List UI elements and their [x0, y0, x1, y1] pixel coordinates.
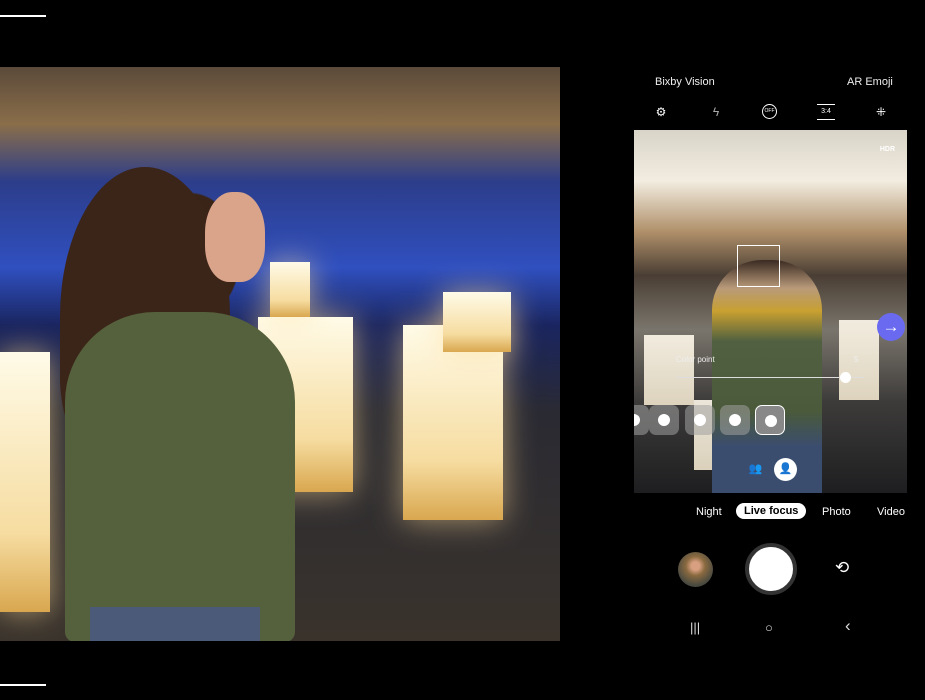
hdr-indicator: HDR	[879, 146, 895, 153]
home-button[interactable]: ○	[765, 620, 773, 635]
single-person-icon[interactable]: 👤	[774, 458, 797, 481]
decor-line	[0, 684, 46, 686]
settings-icon[interactable]: ⚙	[652, 104, 670, 120]
effect-strength-slider[interactable]	[676, 372, 864, 383]
effect-spin[interactable]	[720, 405, 750, 435]
mode-photo[interactable]: Photo	[822, 506, 851, 518]
mode-video[interactable]: Video	[877, 506, 905, 518]
ar-emoji-button[interactable]: AR Emoji	[847, 76, 893, 88]
multi-person-icon[interactable]: 👥	[744, 458, 767, 481]
effect-big-circle[interactable]	[685, 405, 715, 435]
effects-icon[interactable]: ⁜	[872, 104, 890, 120]
camera-viewfinder[interactable]: HDR → Color point 5 👥 👤	[634, 130, 907, 493]
mode-night[interactable]: Night	[696, 506, 722, 518]
effect-partial[interactable]	[634, 405, 649, 435]
back-button[interactable]: ‹	[845, 616, 851, 636]
flash-off-icon[interactable]: ϟ	[707, 104, 725, 120]
effect-value: 5	[854, 355, 859, 364]
effect-blur[interactable]	[649, 405, 679, 435]
effect-label: Color point	[676, 355, 715, 364]
bixby-vision-button[interactable]: Bixby Vision	[655, 76, 715, 88]
aspect-label: 3:4	[821, 108, 831, 115]
timer-off-icon[interactable]: OFF	[762, 104, 777, 119]
shutter-button[interactable]	[745, 543, 797, 595]
switch-camera-icon[interactable]: ⟲	[835, 558, 849, 578]
focus-box	[737, 245, 780, 287]
effect-color-point[interactable]	[755, 405, 785, 435]
expand-arrow-button[interactable]: →	[877, 313, 905, 341]
mode-live-focus[interactable]: Live focus	[736, 503, 807, 519]
decor-line	[0, 15, 46, 17]
gallery-thumbnail[interactable]	[678, 552, 713, 587]
recent-apps-button[interactable]: |||	[690, 620, 700, 635]
aspect-ratio-icon[interactable]: 3:4	[817, 104, 835, 120]
gallery-photo	[0, 67, 560, 641]
timer-label: OFF	[764, 108, 775, 114]
